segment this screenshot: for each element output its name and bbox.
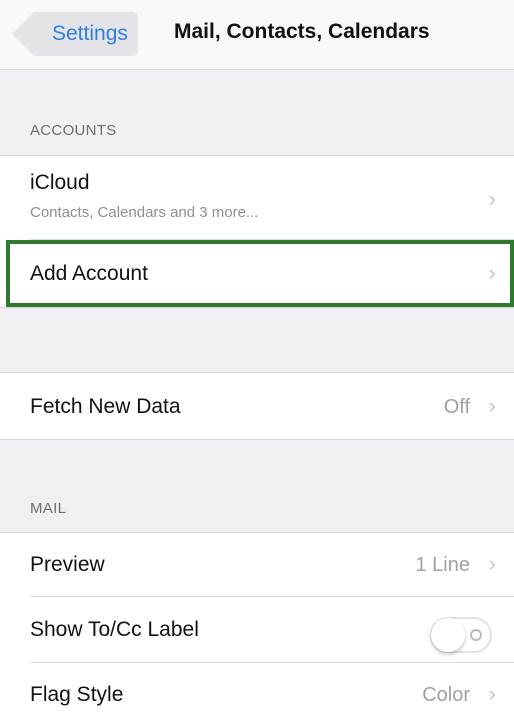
- divider: [0, 439, 514, 440]
- icloud-label: iCloud: [30, 171, 90, 194]
- list-item-flag-style[interactable]: Flag Style Color ›: [0, 663, 514, 725]
- list-item-preview[interactable]: Preview 1 Line ›: [0, 533, 514, 597]
- chevron-right-icon: ›: [488, 260, 496, 285]
- list-item-show-to-cc-label: Show To/Cc Label: [0, 597, 514, 663]
- list-item-fetch-new-data[interactable]: Fetch New Data Off ›: [0, 373, 514, 439]
- back-button-label: Settings: [52, 22, 128, 45]
- flag-style-label: Flag Style: [30, 683, 124, 706]
- flag-style-value: Color: [422, 684, 470, 706]
- list-item-add-account[interactable]: Add Account ›: [0, 240, 514, 307]
- chevron-right-icon: ›: [488, 393, 496, 418]
- list-item-icloud[interactable]: iCloud Contacts, Calendars and 3 more...…: [0, 156, 514, 240]
- add-account-label: Add Account: [30, 262, 148, 285]
- toggle-knob: [431, 618, 465, 652]
- preview-value: 1 Line: [415, 554, 471, 576]
- preview-label: Preview: [30, 553, 105, 576]
- page-title: Mail, Contacts, Calendars: [174, 20, 430, 43]
- settings-screen: Settings Mail, Contacts, Calendars ACCOU…: [0, 0, 514, 725]
- navigation-bar: Settings Mail, Contacts, Calendars: [0, 0, 514, 70]
- chevron-right-icon: ›: [488, 681, 496, 706]
- divider: [0, 307, 514, 308]
- icloud-subtitle: Contacts, Calendars and 3 more...: [30, 204, 259, 221]
- fetch-new-data-value: Off: [443, 396, 470, 418]
- chevron-right-icon: ›: [488, 551, 496, 576]
- fetch-new-data-label: Fetch New Data: [30, 395, 181, 418]
- back-button[interactable]: Settings: [12, 12, 138, 56]
- show-to-cc-label: Show To/Cc Label: [30, 618, 199, 641]
- toggle-off-icon: [470, 629, 482, 641]
- chevron-right-icon: ›: [488, 186, 496, 211]
- show-to-cc-toggle[interactable]: [430, 617, 492, 653]
- section-header-mail: MAIL: [30, 500, 67, 517]
- section-header-accounts: ACCOUNTS: [30, 122, 117, 139]
